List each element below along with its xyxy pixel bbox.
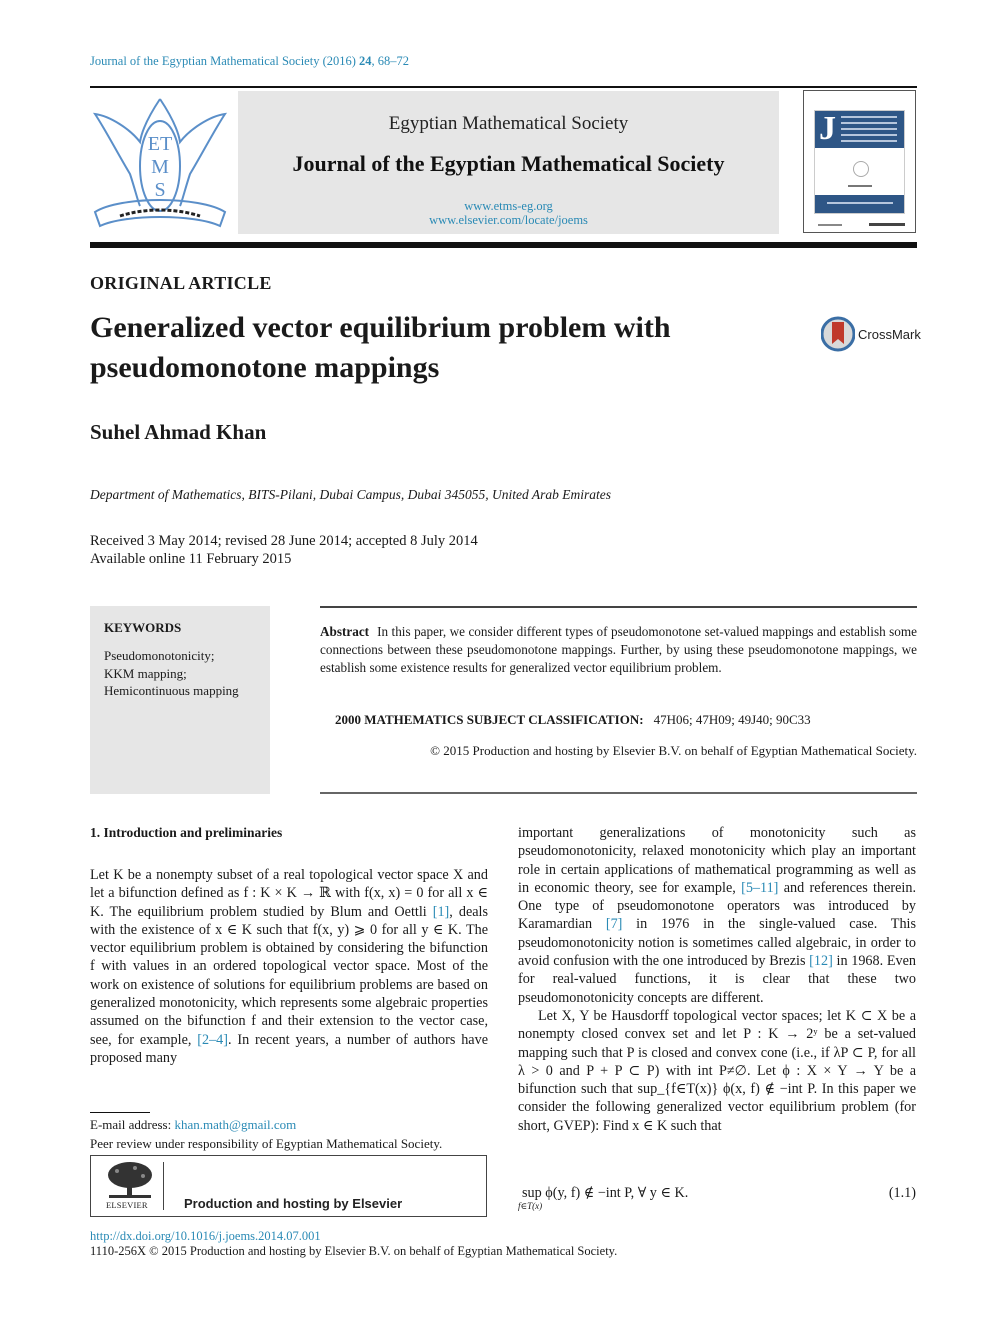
- logo-letters-et: ET: [148, 133, 172, 155]
- body-column-right: important generalizations of monotonicit…: [518, 824, 916, 1135]
- journal-cover-thumbnail[interactable]: J: [803, 90, 916, 233]
- journal-name: Journal of the Egyptian Mathematical Soc…: [292, 151, 725, 176]
- cover-footer-band: [815, 195, 904, 213]
- cover-page: J: [814, 110, 905, 214]
- keyword-item: Pseudomonotonicity;: [104, 648, 215, 663]
- crossmark-icon: [821, 316, 855, 352]
- article-title: Generalized vector equilibrium problem w…: [90, 311, 671, 384]
- society-name: Egyptian Mathematical Society: [388, 113, 629, 134]
- crossmark-label: CrossMark: [858, 326, 921, 342]
- abstract: Abstract In this paper, we consider diffe…: [320, 623, 917, 677]
- elsevier-tree-icon: [108, 1162, 152, 1198]
- elsevier-divider: [163, 1162, 164, 1210]
- keywords-list: Pseudomonotonicity; KKM mapping; Hemicon…: [104, 647, 239, 700]
- footnote-rule: [90, 1112, 150, 1113]
- journal-banner: Egyptian Mathematical Society Journal of…: [238, 91, 779, 234]
- abstract-copyright: © 2015 Production and hosting by Elsevie…: [430, 743, 917, 758]
- journal-citation[interactable]: Journal of the Egyptian Mathematical Soc…: [90, 54, 409, 69]
- msc-classification: 2000 MATHEMATICS SUBJECT CLASSIFICATION:…: [335, 712, 811, 728]
- section-heading: 1. Introduction and preliminaries: [90, 825, 283, 840]
- citation-journal: Journal of the Egyptian Mathematical Soc…: [90, 54, 356, 68]
- citation-volume: 24: [359, 54, 372, 68]
- paragraph: Let X, Y be Hausdorff topological vector…: [518, 1007, 916, 1134]
- email-label: E-mail address:: [90, 1117, 175, 1132]
- elsevier-box: ELSEVIER Production and hosting by Elsev…: [90, 1155, 487, 1217]
- author-name: Suhel Ahmad Khan: [90, 420, 267, 444]
- header-top-rule: [90, 86, 917, 88]
- msc-label: 2000 MATHEMATICS SUBJECT CLASSIFICATION:: [335, 712, 644, 727]
- logo-letters-m: M: [151, 156, 169, 178]
- equation-body: sup ϕ(y, f) ∉ −int P, ∀ y ∈ K.: [522, 1185, 689, 1201]
- paragraph: Let K be a nonempty subset of a real top…: [90, 867, 488, 1066]
- article-type: ORIGINAL ARTICLE: [90, 273, 272, 293]
- header-bottom-rule: [90, 242, 917, 248]
- keywords-box: KEYWORDS Pseudomonotonicity; KKM mapping…: [90, 606, 270, 794]
- reference-link[interactable]: [12]: [809, 953, 833, 969]
- keywords-heading: KEYWORDS: [104, 620, 182, 635]
- abstract-top-rule: [320, 606, 917, 608]
- cover-emblem-icon: [853, 161, 869, 177]
- article-dates: Received 3 May 2014; revised 28 June 201…: [90, 532, 478, 568]
- keyword-item: KKM mapping;: [104, 665, 187, 681]
- reference-link[interactable]: [7]: [606, 916, 623, 932]
- doi-link[interactable]: http://dx.doi.org/10.1016/j.joems.2014.0…: [90, 1229, 321, 1244]
- paragraph: important generalizations of monotonicit…: [518, 825, 917, 1006]
- elsevier-wordmark: ELSEVIER: [106, 1200, 148, 1210]
- elsevier-url-link[interactable]: www.elsevier.com/locate/joems: [238, 213, 779, 228]
- abstract-label: Abstract: [320, 624, 370, 639]
- cover-initial: J: [819, 110, 836, 147]
- equation-subscript: f∈T(x): [518, 1201, 543, 1211]
- body-column-left: Let K be a nonempty subset of a real top…: [90, 866, 488, 1067]
- equation-number: (1.1): [888, 1185, 916, 1201]
- society-url-link[interactable]: www.etms-eg.org: [238, 199, 779, 214]
- footnote-peer-review: Peer review under responsibility of Egyp…: [90, 1136, 443, 1151]
- keyword-item: Hemicontinuous mapping: [104, 683, 239, 698]
- citation-pages: , 68–72: [371, 54, 410, 68]
- msc-codes: 47H06; 47H09; 49J40; 90C33: [653, 712, 811, 727]
- date-history: Received 3 May 2014; revised 28 June 201…: [90, 533, 478, 549]
- logo-letters-s: S: [154, 179, 165, 201]
- reference-link[interactable]: [2–4]: [197, 1032, 228, 1048]
- production-label: Production and hosting by Elsevier: [184, 1196, 403, 1211]
- crossmark-button[interactable]: CrossMark: [821, 316, 921, 352]
- cover-title-band: J: [815, 111, 904, 148]
- footnote-email: E-mail address: khan.math@gmail.com: [90, 1117, 296, 1133]
- reference-link[interactable]: [5–11]: [741, 880, 778, 896]
- equation-1-1: sup ϕ(y, f) ∉ −int P, ∀ y ∈ K. f∈T(x) (1…: [518, 1182, 916, 1212]
- abstract-text: In this paper, we consider different typ…: [320, 624, 917, 675]
- issn-copyright: 1110-256X © 2015 Production and hosting …: [90, 1244, 618, 1258]
- etms-logo-icon: ET M S: [92, 98, 228, 228]
- email-link[interactable]: khan.math@gmail.com: [174, 1117, 296, 1132]
- reference-link[interactable]: [1]: [433, 904, 450, 920]
- author-affiliation: Department of Mathematics, BITS-Pilani, …: [90, 487, 611, 502]
- date-online: Available online 11 February 2015: [90, 551, 292, 567]
- abstract-bottom-rule: [320, 792, 917, 794]
